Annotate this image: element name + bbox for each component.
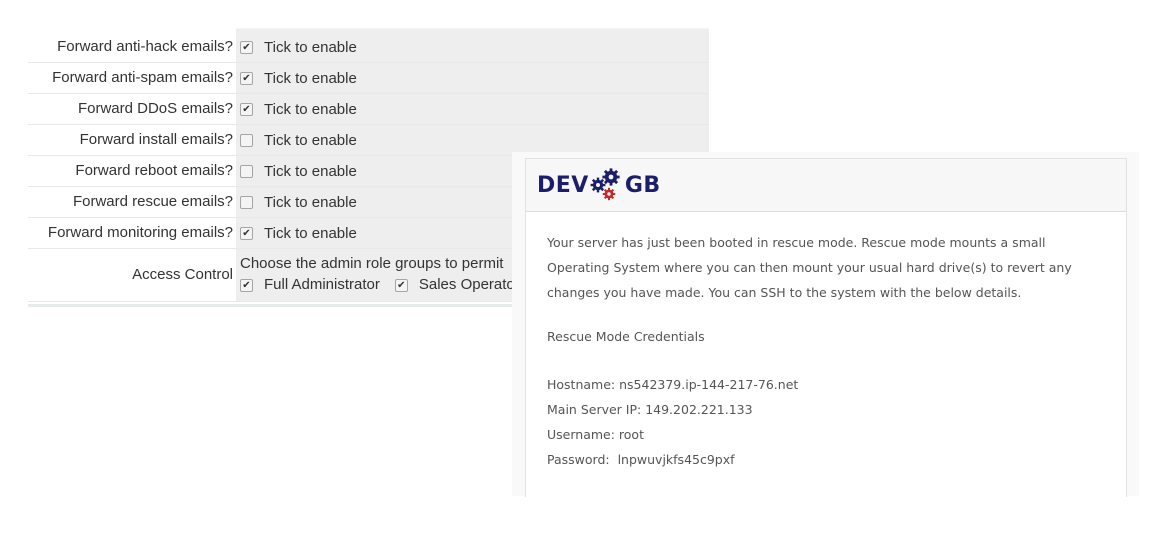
forward-monitoring-checkbox[interactable]: ✔ (240, 226, 253, 240)
setting-label: Forward DDoS emails? (28, 94, 236, 124)
forward-reboot-checkbox[interactable] (240, 164, 253, 178)
forward-anti-spam-checkbox[interactable]: ✔ (240, 71, 253, 85)
gears-icon (590, 168, 620, 201)
credential-value: 149.202.221.133 (645, 402, 753, 417)
role-group-options: ✔ Full Administrator ✔ Sales Operato (240, 274, 530, 296)
credential-value: lnpwuvjkfs45c9pxf (613, 452, 735, 467)
option-label: Tick to enable (264, 38, 357, 56)
setting-label: Forward rescue emails? (28, 187, 236, 217)
email-body: Your server has just been booted in resc… (526, 212, 1126, 490)
option-label: Tick to enable (264, 224, 357, 242)
logo-text-left: DEV (537, 172, 589, 198)
gear-large-top (602, 168, 620, 186)
setting-label: Forward reboot emails? (28, 156, 236, 186)
credential-value: root (618, 427, 644, 442)
role-option-full-administrator: ✔ Full Administrator (240, 274, 380, 296)
setting-value: Tick to enable (236, 125, 709, 155)
credential-value: ns542379.ip-144-217-76.net (619, 377, 799, 392)
forward-install-checkbox[interactable] (240, 133, 253, 147)
role-option-sales-operator: ✔ Sales Operato (394, 274, 515, 296)
forward-anti-hack-checkbox[interactable]: ✔ (240, 40, 253, 54)
setting-value: ✔ Tick to enable (236, 32, 709, 62)
credentials-heading: Rescue Mode Credentials (547, 329, 705, 344)
option-label: Full Administrator (264, 276, 380, 293)
setting-value: ✔ Tick to enable (236, 94, 709, 124)
full-administrator-checkbox[interactable]: ✔ (240, 278, 253, 292)
option-label: Tick to enable (264, 162, 357, 180)
credential-label: Password: (547, 452, 610, 467)
setting-row-anti-hack: Forward anti-hack emails? ✔ Tick to enab… (28, 32, 709, 63)
setting-row-ddos: Forward DDoS emails? ✔ Tick to enable (28, 94, 709, 125)
setting-label: Forward monitoring emails? (28, 218, 236, 248)
access-control-description: Choose the admin role groups to permit (240, 255, 504, 272)
credential-password: Password: lnpwuvjkfs45c9pxf (547, 447, 1105, 472)
setting-label: Forward install emails? (28, 125, 236, 155)
setting-label: Access Control (28, 249, 236, 301)
gear-red-bottom (602, 187, 616, 201)
option-label: Sales Operato (418, 276, 515, 293)
sales-operator-checkbox[interactable]: ✔ (394, 278, 408, 292)
logo-text-right: GB (624, 172, 661, 198)
email-intro-text: Your server has just been booted in resc… (547, 235, 1072, 300)
credential-label: Main Server IP: (547, 402, 642, 417)
option-label: Tick to enable (264, 131, 357, 149)
credential-label: Hostname: (547, 377, 616, 392)
email-header: DEV GB (526, 159, 1126, 212)
setting-label: Forward anti-spam emails? (28, 63, 236, 93)
option-label: Tick to enable (264, 100, 357, 118)
credential-hostname: Hostname: ns542379.ip-144-217-76.net (547, 372, 1105, 397)
setting-row-anti-spam: Forward anti-spam emails? ✔ Tick to enab… (28, 63, 709, 94)
option-label: Tick to enable (264, 193, 357, 211)
credential-label: Username: (547, 427, 615, 442)
email-card: DEV GB Your server has just been booted … (525, 158, 1127, 497)
gear-small-left (590, 177, 606, 193)
forward-ddos-checkbox[interactable]: ✔ (240, 102, 253, 116)
setting-value: ✔ Tick to enable (236, 63, 709, 93)
credential-main-ip: Main Server IP: 149.202.221.133 (547, 397, 1105, 422)
credential-username: Username: root (547, 422, 1105, 447)
email-preview-panel: DEV GB Your server has just been booted … (512, 152, 1139, 497)
devgb-logo: DEV GB (537, 168, 661, 202)
option-label: Tick to enable (264, 69, 357, 87)
setting-label: Forward anti-hack emails? (28, 32, 236, 62)
forward-rescue-checkbox[interactable] (240, 195, 253, 209)
